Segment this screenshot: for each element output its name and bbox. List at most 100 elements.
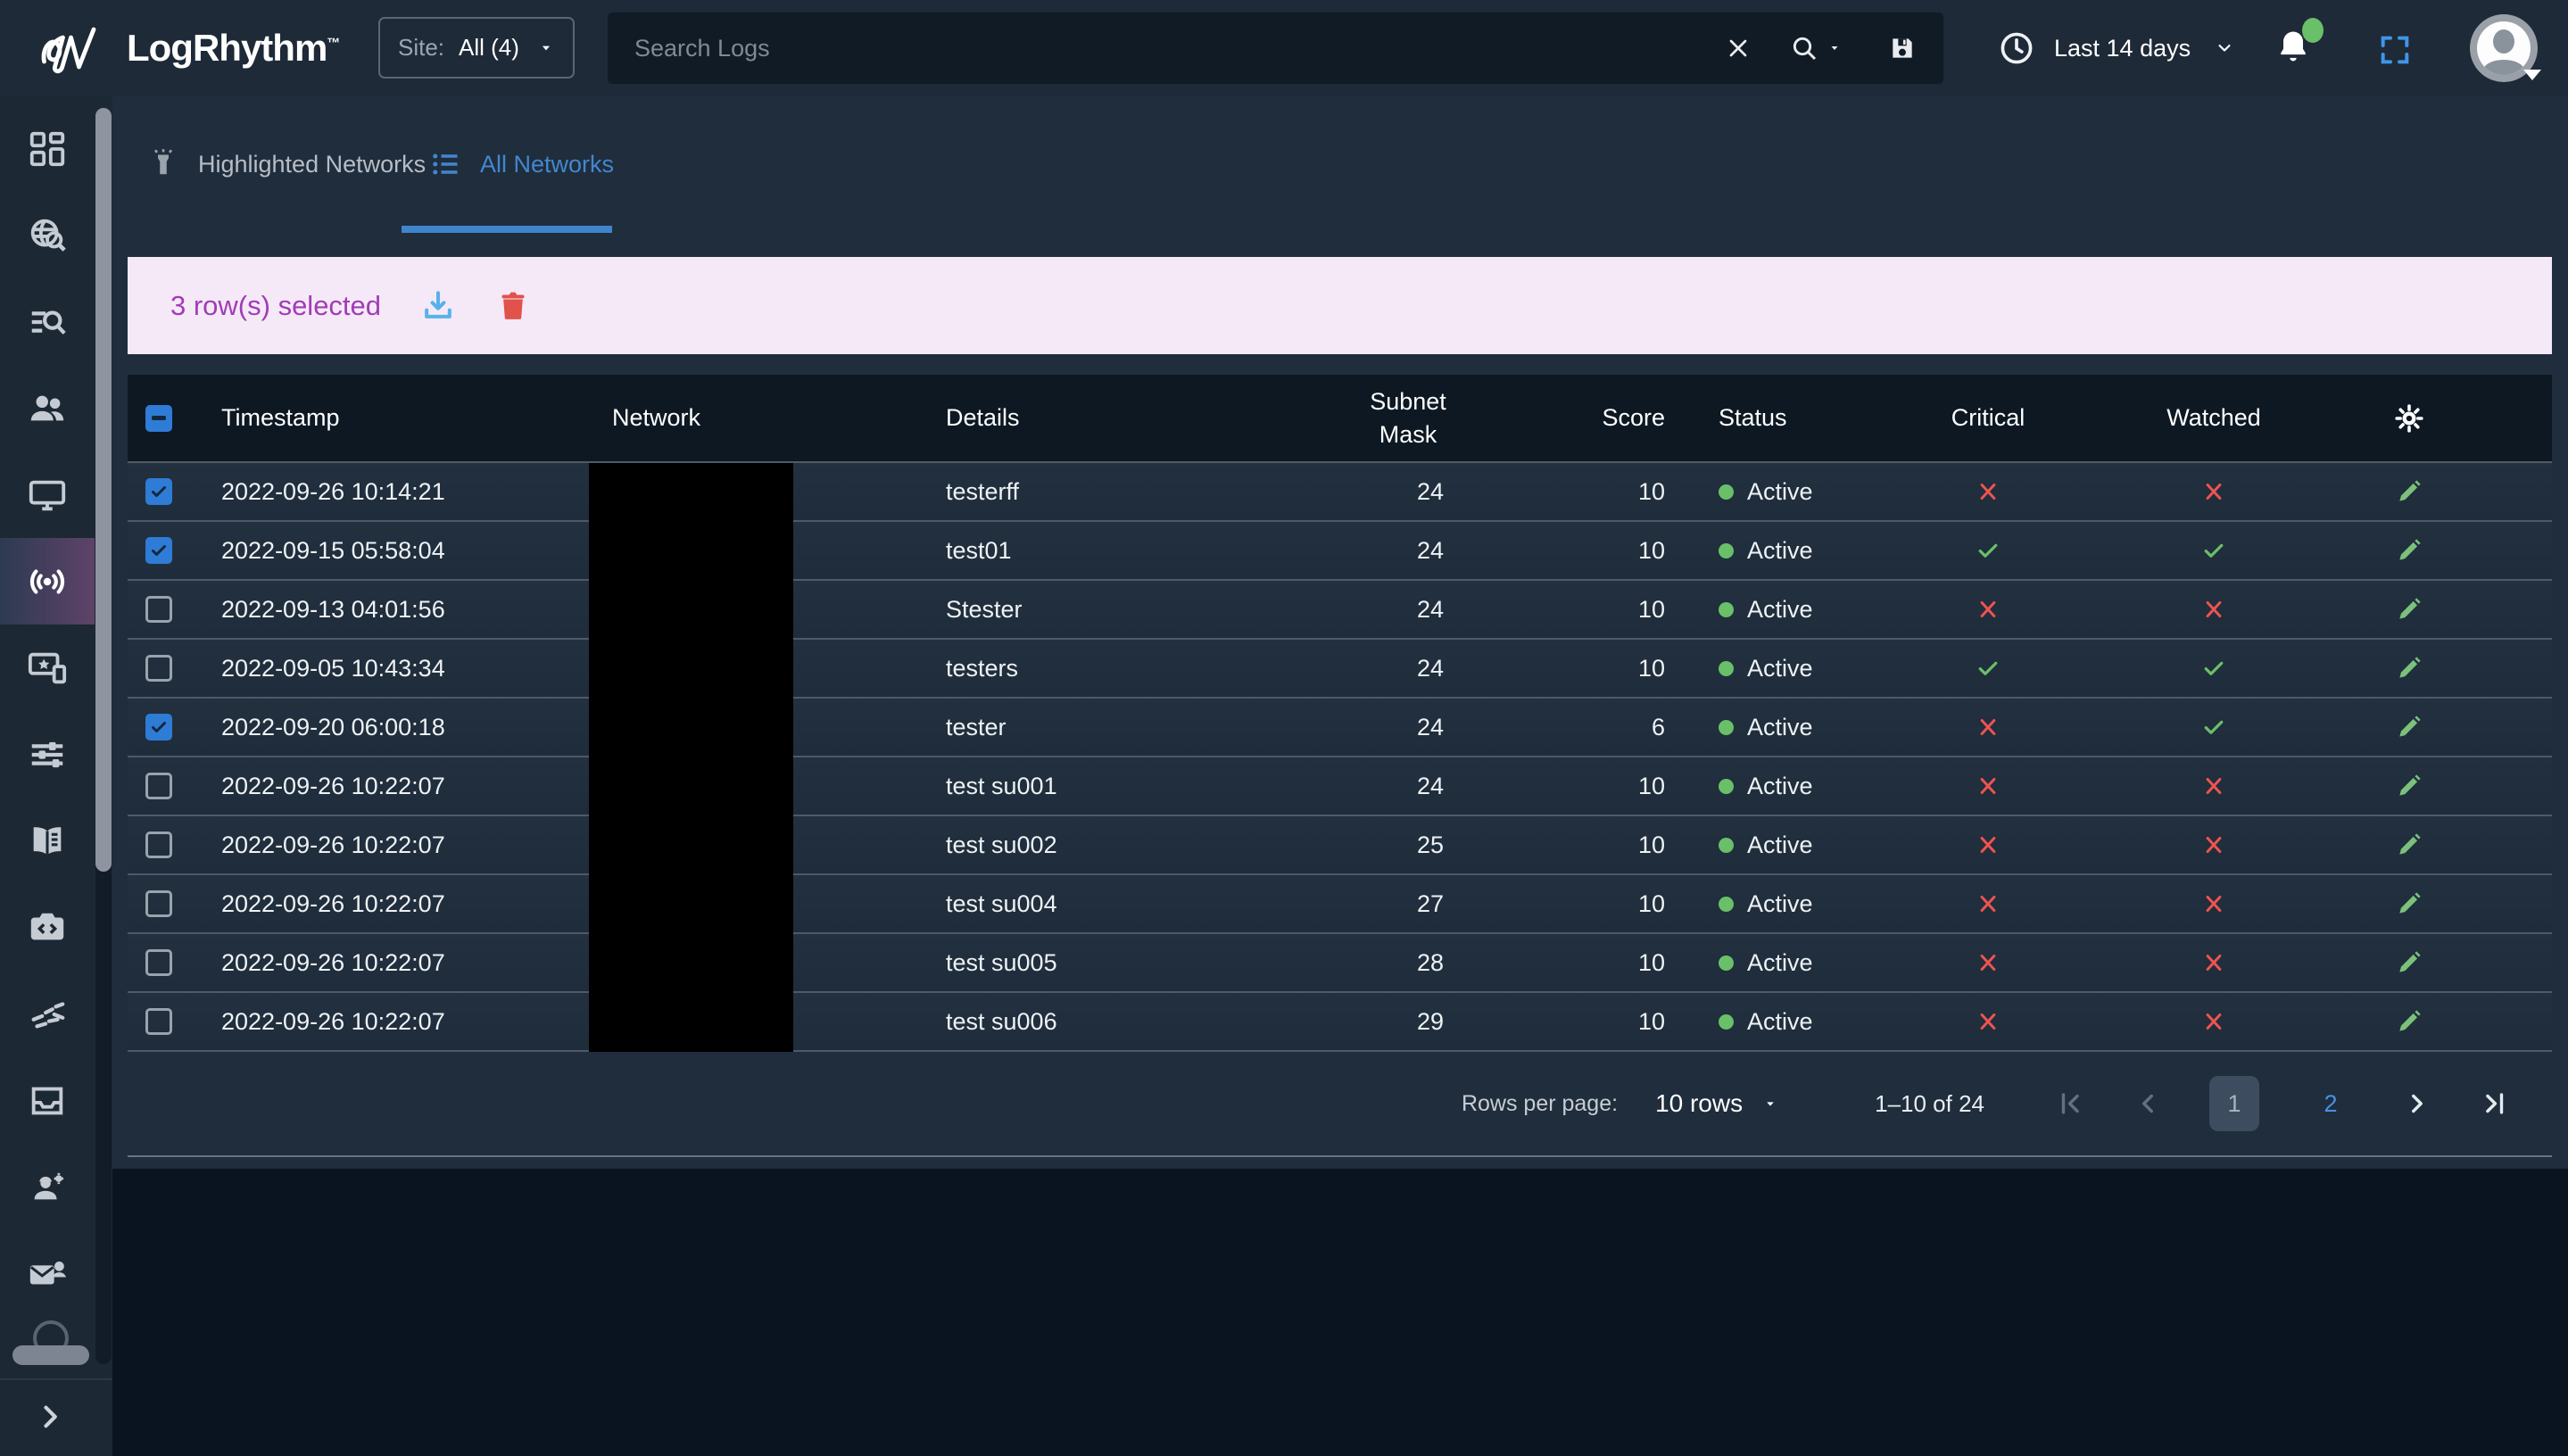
edit-button[interactable]	[2395, 831, 2423, 859]
rows-per-page-label: Rows per page:	[1462, 1091, 1618, 1117]
actions-cell	[2346, 522, 2552, 579]
sidebar-item-monitor[interactable]	[0, 451, 95, 538]
notification-badge	[2302, 18, 2324, 43]
sidebar-item-dashboard[interactable]	[0, 105, 95, 192]
timestamp-cell: 2022-09-15 05:58:04	[190, 522, 583, 579]
row-checkbox[interactable]	[145, 596, 172, 623]
edit-button[interactable]	[2395, 948, 2423, 977]
sidebar-item-deployment-monitor[interactable]	[0, 625, 95, 711]
trademark: ™	[327, 36, 339, 51]
edit-button[interactable]	[2395, 889, 2423, 918]
clear-icon[interactable]	[1724, 34, 1752, 62]
timestamp-cell: 2022-09-26 10:14:21	[190, 463, 583, 520]
sidebar-item-network-activity[interactable]	[0, 538, 95, 625]
rows-per-page-select[interactable]: 10 rows	[1655, 1089, 1778, 1118]
critical-cell	[1894, 581, 2082, 638]
edit-button[interactable]	[2395, 1007, 2423, 1036]
score-cell: 10	[1448, 640, 1669, 697]
sidebar-item-knowledge-book[interactable]	[0, 798, 95, 884]
sidebar-item-log-search[interactable]	[0, 278, 95, 365]
row-checkbox[interactable]	[145, 655, 172, 682]
score-cell: 10	[1448, 816, 1669, 873]
row-checkbox[interactable]	[145, 1008, 172, 1035]
col-header-watched[interactable]: Watched	[2082, 375, 2346, 461]
sidebar-item-entity-map[interactable]	[0, 971, 95, 1057]
chevron-right-icon[interactable]	[34, 1398, 68, 1435]
details-cell: test su001	[913, 757, 1368, 815]
row-checkbox[interactable]	[145, 831, 172, 858]
page-button-2[interactable]: 2	[2306, 1076, 2356, 1131]
fullscreen-icon[interactable]	[2377, 32, 2413, 68]
row-checkbox-cell	[128, 581, 190, 638]
row-checkbox-cell	[128, 463, 190, 520]
edit-button[interactable]	[2395, 595, 2423, 624]
site-selector[interactable]: Site: All (4)	[378, 17, 575, 79]
pg-prev-icon[interactable]	[2133, 1088, 2163, 1119]
col-header-network[interactable]: Network	[583, 375, 913, 461]
notifications-button[interactable]	[2274, 25, 2316, 71]
tab-all-networks[interactable]: All Networks	[429, 148, 614, 180]
edit-button[interactable]	[2395, 772, 2423, 800]
status-cell: Active	[1669, 640, 1894, 697]
status-cell: Active	[1669, 463, 1894, 520]
edit-button[interactable]	[2395, 713, 2423, 741]
row-checkbox[interactable]	[145, 773, 172, 799]
pg-first-icon[interactable]	[2056, 1088, 2086, 1119]
select-all-checkbox[interactable]	[145, 405, 172, 432]
edit-button[interactable]	[2395, 654, 2423, 682]
sidebar-hscrollbar-thumb[interactable]	[12, 1345, 89, 1365]
search-submit[interactable]	[1790, 34, 1842, 62]
pg-last-icon[interactable]	[2479, 1088, 2509, 1119]
sidebar-item-tune-settings[interactable]	[0, 711, 95, 798]
row-checkbox-cell	[128, 875, 190, 932]
search-input[interactable]	[634, 35, 1724, 62]
edit-button[interactable]	[2395, 536, 2423, 565]
sidebar-item-threat-search[interactable]	[0, 192, 95, 278]
row-checkbox[interactable]	[145, 478, 172, 505]
gear-icon[interactable]	[2393, 402, 2425, 434]
critical-cell	[1894, 640, 2082, 697]
watched-cell	[2082, 816, 2346, 873]
col-header-score[interactable]: Score	[1448, 375, 1669, 461]
save-icon[interactable]	[1888, 34, 1917, 62]
time-range-selector[interactable]: Last 14 days	[1997, 23, 2237, 73]
watched-cell	[2082, 522, 2346, 579]
table-footer: Rows per page: 10 rows 1–10 of 24 12	[128, 1052, 2552, 1157]
tab-highlighted-networks[interactable]: Highlighted Networks	[147, 148, 426, 180]
table-row: 2022-09-05 10:43:34testers2410Active	[128, 640, 2552, 699]
row-checkbox[interactable]	[145, 890, 172, 917]
cross-icon	[1975, 596, 2001, 623]
col-header-timestamp[interactable]: Timestamp	[190, 375, 583, 461]
page-button-1[interactable]: 1	[2209, 1076, 2259, 1131]
row-checkbox[interactable]	[145, 949, 172, 976]
cross-icon	[1975, 714, 2001, 740]
book-icon	[27, 821, 68, 862]
critical-cell	[1894, 934, 2082, 991]
sidebar-item-mail-contact[interactable]	[0, 1230, 95, 1317]
cross-icon	[1975, 949, 2001, 976]
sidebar-item-admin-engineer[interactable]	[0, 1144, 95, 1230]
row-checkbox[interactable]	[145, 714, 172, 740]
col-header-subnet-mask[interactable]: Subnet Mask	[1368, 375, 1448, 461]
edit-button[interactable]	[2395, 477, 2423, 506]
cross-icon	[1975, 478, 2001, 505]
deploy-monitor-icon	[27, 648, 68, 689]
sidebar-item-capture-code[interactable]	[0, 884, 95, 971]
sidebar-item-tray[interactable]	[0, 1057, 95, 1144]
trash-icon[interactable]	[495, 288, 531, 324]
actions-cell	[2346, 463, 2552, 520]
table-row: 2022-09-26 10:14:21testerff2410Active	[128, 463, 2552, 522]
sidebar-scrollbar-thumb[interactable]	[95, 108, 112, 872]
user-avatar[interactable]	[2470, 14, 2538, 82]
col-header-details[interactable]: Details	[913, 375, 1368, 461]
brand-name: LogRhythm™	[127, 27, 339, 70]
pg-next-icon[interactable]	[2402, 1088, 2432, 1119]
col-header-status[interactable]: Status	[1669, 375, 1894, 461]
watched-cell	[2082, 934, 2346, 991]
status-dot	[1719, 838, 1734, 853]
sidebar-item-people[interactable]	[0, 365, 95, 451]
row-checkbox[interactable]	[145, 537, 172, 564]
caret-down-icon	[1827, 43, 1842, 54]
col-header-critical[interactable]: Critical	[1894, 375, 2082, 461]
download-icon[interactable]	[418, 286, 458, 326]
